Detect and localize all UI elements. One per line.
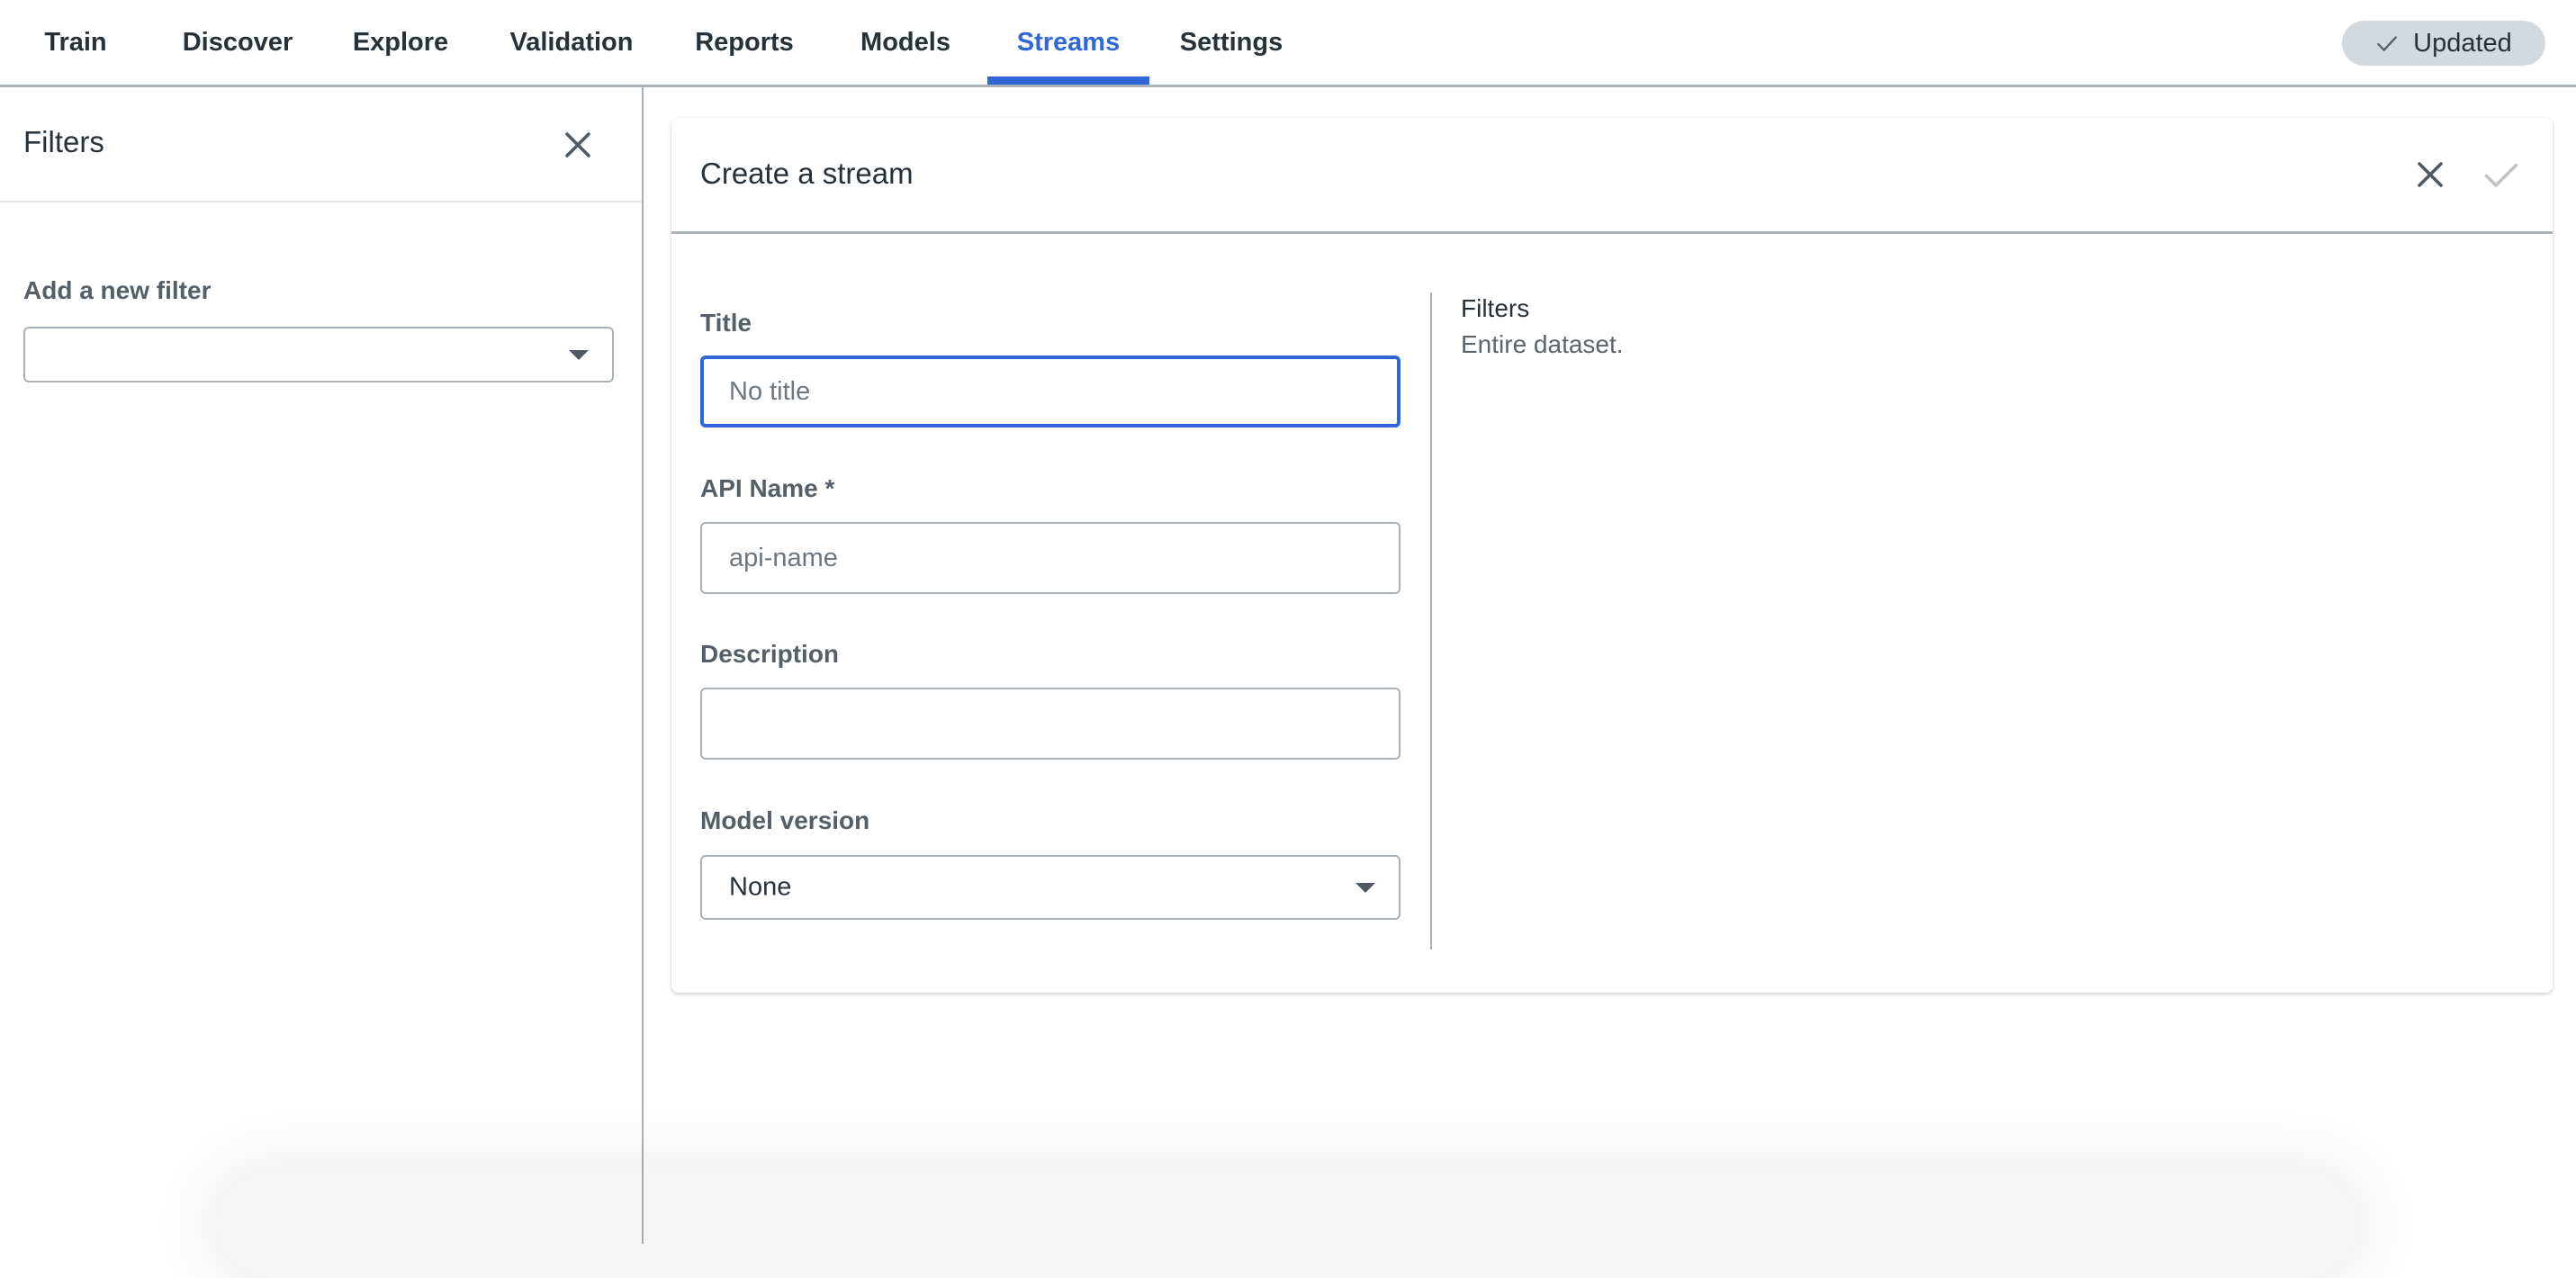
description-input[interactable]: [700, 688, 1401, 760]
check-icon[interactable]: [2483, 158, 2519, 191]
check-icon: [2377, 36, 2398, 51]
sidebar-header: Filters: [0, 87, 642, 202]
chevron-down-icon: [569, 350, 589, 360]
close-icon[interactable]: [2414, 158, 2446, 191]
filters-sidebar: Filters Add a new filter: [0, 87, 644, 1244]
status-badge: Updated: [2342, 21, 2545, 66]
api-name-label: API Name *: [700, 474, 835, 502]
model-version-select[interactable]: None: [700, 855, 1401, 920]
filters-summary-title: Filters: [1461, 294, 1530, 322]
tab-streams[interactable]: Streams: [987, 0, 1149, 85]
tab-discover[interactable]: Discover: [171, 0, 304, 85]
add-filter-label: Add a new filter: [23, 276, 212, 304]
tab-train[interactable]: Train: [25, 0, 126, 85]
tab-models[interactable]: Models: [848, 0, 963, 85]
description-label: Description: [700, 640, 840, 668]
title-label: Title: [700, 309, 752, 337]
tab-explore[interactable]: Explore: [340, 0, 461, 85]
sidebar-title: Filters: [23, 125, 104, 158]
api-name-input[interactable]: [700, 522, 1401, 594]
card-title: Create a stream: [700, 157, 914, 190]
tab-settings[interactable]: Settings: [1170, 0, 1293, 85]
column-divider: [1430, 292, 1432, 950]
filters-summary-value: Entire dataset.: [1461, 330, 1624, 358]
model-version-label: Model version: [700, 806, 870, 834]
add-filter-select[interactable]: [23, 327, 614, 382]
tab-validation[interactable]: Validation: [497, 0, 646, 85]
create-stream-card: Create a stream Title API Name * Descrip…: [671, 118, 2553, 993]
tab-reports[interactable]: Reports: [682, 0, 806, 85]
status-label: Updated: [2413, 28, 2512, 58]
chevron-down-icon: [1356, 883, 1375, 893]
top-navigation: Train Discover Explore Validation Report…: [0, 0, 2576, 87]
title-input[interactable]: [700, 356, 1401, 428]
card-header: Create a stream: [671, 118, 2553, 234]
model-version-value: None: [729, 872, 792, 902]
close-icon[interactable]: [562, 129, 594, 161]
